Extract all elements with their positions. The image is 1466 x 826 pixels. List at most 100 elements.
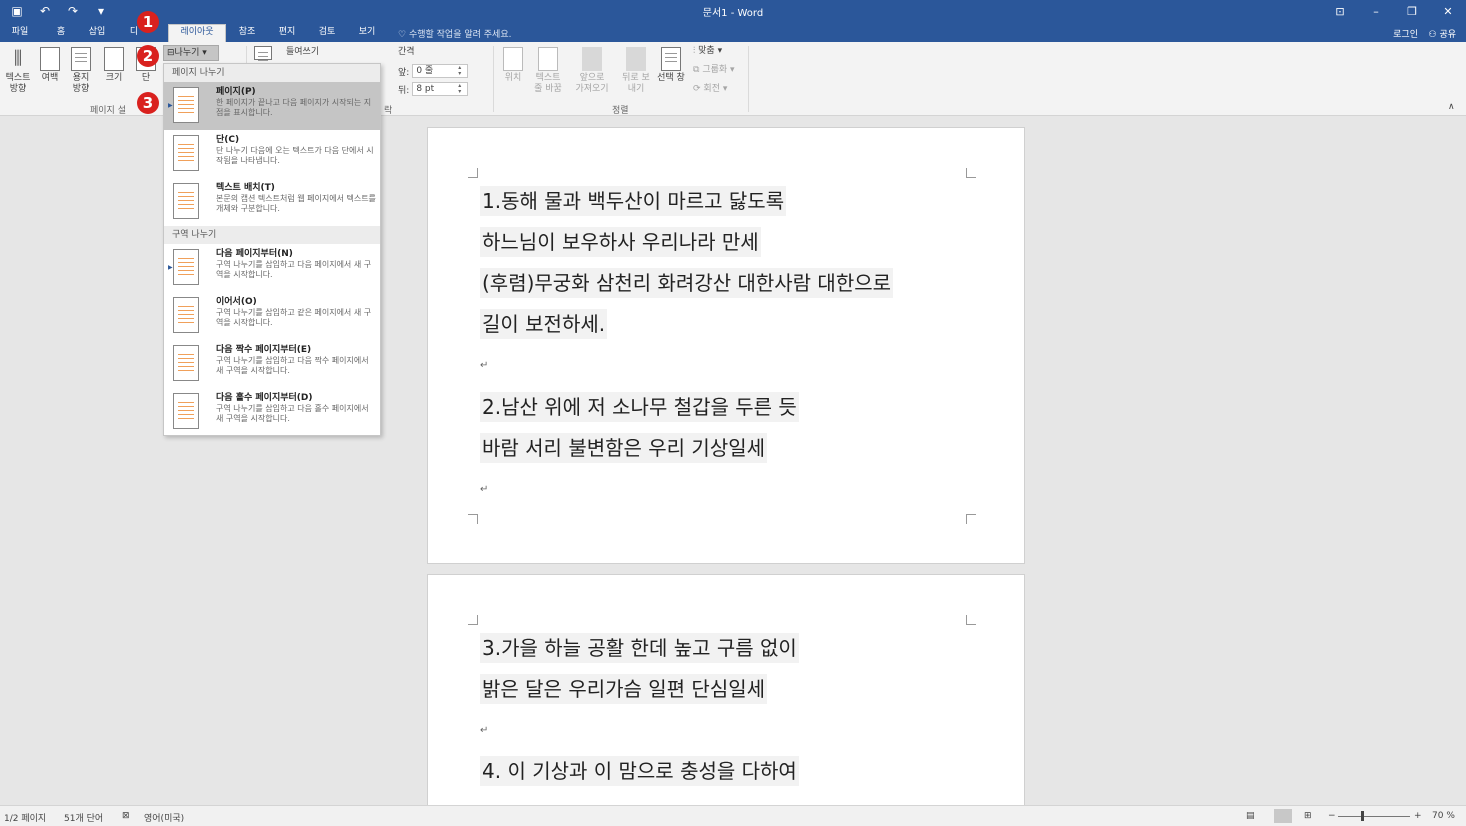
rotate-icon: ⟳ — [693, 84, 701, 94]
page-breaks-header: 페이지 나누기 — [164, 64, 380, 82]
group-button[interactable]: ⧉ 그룹화 ▾ — [693, 65, 735, 76]
align-icon: ⫶ — [693, 46, 696, 56]
bring-forward-button[interactable]: 앞으로 가져오기 — [570, 47, 614, 95]
margin-corner — [966, 615, 976, 625]
proofing-icon[interactable]: ⊠ — [122, 811, 130, 821]
align-button[interactable]: ⫶ 맞춤 ▾ — [693, 46, 722, 57]
web-layout-icon[interactable]: ⊞ — [1304, 811, 1312, 821]
doc-line-9: 4. 이 기상과 이 맘으로 충성을 다하여 — [480, 756, 799, 786]
paragraph-mark: ↵ — [480, 484, 489, 495]
indent-icon — [254, 46, 274, 64]
position-button[interactable]: 위치 — [500, 47, 526, 84]
print-layout-icon[interactable] — [1274, 809, 1292, 823]
break-page-desc: 한 페이지가 끝나고 다음 페이지가 시작되는 지점을 표시합니다. — [216, 98, 372, 117]
step-badge-2: 2 — [137, 45, 159, 67]
zoom-slider[interactable] — [1338, 816, 1410, 817]
group-separator — [748, 46, 749, 112]
spacing-before-input[interactable]: 0 줄 — [412, 64, 469, 78]
orientation-button[interactable]: 용지 방향 — [66, 47, 96, 95]
minimize-icon[interactable]: – — [1358, 0, 1394, 22]
tab-insert[interactable]: 삽입 — [82, 25, 112, 42]
collapse-ribbon-icon[interactable]: ∧ — [1448, 102, 1455, 113]
break-page-title: 페이지(P) — [216, 87, 256, 97]
position-icon — [503, 47, 523, 71]
document-page-2[interactable]: 3.가을 하늘 공활 한데 높고 구름 없이 밝은 달은 우리가슴 일편 단심일… — [427, 574, 1025, 814]
paragraph-group-label: 락 — [384, 106, 393, 116]
sign-in-link[interactable]: 로그인 — [1393, 27, 1418, 40]
breaks-dropdown: 페이지 나누기 ▶ 페이지(P) 한 페이지가 끝나고 다음 페이지가 시작되는… — [163, 63, 381, 436]
paragraph-mark: ↵ — [480, 360, 489, 371]
break-odd-page-item[interactable]: 다음 홀수 페이지부터(D) 구역 나누기를 삽입하고 다음 홀수 페이지에서 … — [164, 388, 380, 436]
tab-review[interactable]: 검토 — [312, 25, 342, 42]
break-page-item[interactable]: ▶ 페이지(P) 한 페이지가 끝나고 다음 페이지가 시작되는 지점을 표시합… — [164, 82, 380, 130]
group-label: 그룹화 — [702, 65, 728, 75]
break-text-wrapping-item[interactable]: 텍스트 배치(T) 본문의 캡션 텍스트처럼 웹 페이지에서 텍스트를 개체와 … — [164, 178, 380, 226]
zoom-out-icon[interactable]: − — [1328, 811, 1336, 821]
margins-icon — [40, 47, 60, 71]
breaks-button[interactable]: ⊟나누기 ▾ — [163, 45, 219, 61]
break-even-page-title: 다음 짝수 페이지부터(E) — [216, 345, 312, 355]
spacing-after-label: 뒤: — [398, 85, 410, 96]
wrap-text-button[interactable]: 텍스트 줄 바꿈 — [532, 47, 564, 95]
even-page-break-icon — [173, 345, 199, 381]
size-label: 크기 — [105, 73, 123, 83]
pointer-icon: ▶ — [168, 264, 173, 271]
spacing-title: 간격 — [398, 47, 415, 57]
break-column-item[interactable]: 단(C) 단 나누기 다음에 오는 텍스트가 다음 단에서 시작됨을 나타냅니다… — [164, 130, 380, 178]
document-page-1[interactable]: 1.동해 물과 백두산이 마르고 닳도록 하느님이 보우하사 우리나라 만세 (… — [427, 127, 1025, 564]
doc-line-4: 길이 보전하세. — [480, 309, 608, 339]
spacing-after-input[interactable]: 8 pt — [412, 82, 469, 96]
tab-view[interactable]: 보기 — [352, 25, 382, 42]
arrange-group-label: 정렬 — [612, 106, 629, 116]
step-badge-1: 1 — [137, 11, 159, 33]
break-text-wrapping-desc: 본문의 캡션 텍스트처럼 웹 페이지에서 텍스트를 개체와 구분합니다. — [216, 194, 376, 213]
tell-me-box[interactable]: ♡ 수행할 작업을 알려 주세요. — [398, 27, 511, 40]
send-backward-label: 뒤로 보내기 — [622, 73, 650, 94]
page-setup-group-label: 페이지 설 — [90, 106, 126, 116]
selection-pane-button[interactable]: 선택 창 — [654, 47, 688, 84]
selection-pane-icon — [661, 47, 681, 71]
tab-file[interactable]: 파일 — [4, 25, 36, 42]
tab-references[interactable]: 참조 — [232, 25, 262, 42]
lightbulb-icon: ♡ — [398, 30, 407, 40]
doc-line-5: 2.남산 위에 저 소나무 철갑을 두른 듯 — [480, 392, 799, 422]
doc-line-2: 하느님이 보우하사 우리나라 만세 — [480, 227, 761, 257]
text-direction-button[interactable]: ⫼ 텍스트 방향 — [3, 47, 33, 95]
break-even-page-item[interactable]: 다음 짝수 페이지부터(E) 구역 나누기를 삽입하고 다음 짝수 페이지에서 … — [164, 340, 380, 388]
breaks-icon: ⊟ — [167, 48, 175, 58]
share-label: 공유 — [1439, 30, 1456, 40]
page-count[interactable]: 1/2 페이지 — [4, 811, 46, 824]
zoom-level[interactable]: 70 % — [1432, 811, 1455, 821]
break-next-page-title: 다음 페이지부터(N) — [216, 249, 293, 259]
group-icon: ⧉ — [693, 65, 700, 75]
margins-button[interactable]: 여백 — [36, 47, 64, 84]
break-continuous-item[interactable]: 이어서(O) 구역 나누기를 삽입하고 같은 페이지에서 새 구역을 시작합니다… — [164, 292, 380, 340]
margin-corner — [468, 514, 478, 524]
send-backward-button[interactable]: 뒤로 보내기 — [618, 47, 654, 95]
tab-home[interactable]: 홈 — [48, 25, 74, 42]
break-next-page-item[interactable]: ▶ 다음 페이지부터(N) 구역 나누기를 삽입하고 다음 페이지에서 새 구역… — [164, 244, 380, 292]
word-count[interactable]: 51개 단어 — [64, 811, 103, 824]
break-column-desc: 단 나누기 다음에 오는 텍스트가 다음 단에서 시작됨을 나타냅니다. — [216, 146, 374, 165]
spacing-before-row: 앞: 0 줄 — [384, 64, 469, 78]
share-button[interactable]: ⚇ 공유 — [1428, 27, 1456, 40]
read-mode-icon[interactable]: ▤ — [1246, 811, 1255, 821]
language[interactable]: 영어(미국) — [144, 811, 184, 824]
tab-layout[interactable]: 레이아웃 — [168, 24, 226, 42]
margin-corner — [966, 168, 976, 178]
restore-icon[interactable]: ❐ — [1394, 0, 1430, 22]
break-odd-page-title: 다음 홀수 페이지부터(D) — [216, 393, 313, 403]
size-button[interactable]: 크기 — [100, 47, 128, 84]
group-separator — [493, 46, 494, 112]
rotate-button[interactable]: ⟳ 회전 ▾ — [693, 84, 727, 95]
zoom-in-icon[interactable]: + — [1414, 811, 1422, 821]
tab-mailings[interactable]: 편지 — [272, 25, 302, 42]
zoom-slider-thumb[interactable] — [1361, 811, 1364, 821]
tell-me-text: 수행할 작업을 알려 주세요. — [408, 30, 512, 40]
title-bar: ▣ ↶ ↷ ▾ 문서1 - Word ⊡ – ❐ ✕ — [0, 0, 1466, 22]
ribbon-display-icon[interactable]: ⊡ — [1322, 0, 1358, 22]
close-icon[interactable]: ✕ — [1430, 0, 1466, 22]
wrap-text-icon — [538, 47, 558, 71]
status-bar: 1/2 페이지 51개 단어 ⊠ 영어(미국) ▤ ⊞ − + 70 % — [0, 805, 1466, 826]
margin-corner — [468, 168, 478, 178]
